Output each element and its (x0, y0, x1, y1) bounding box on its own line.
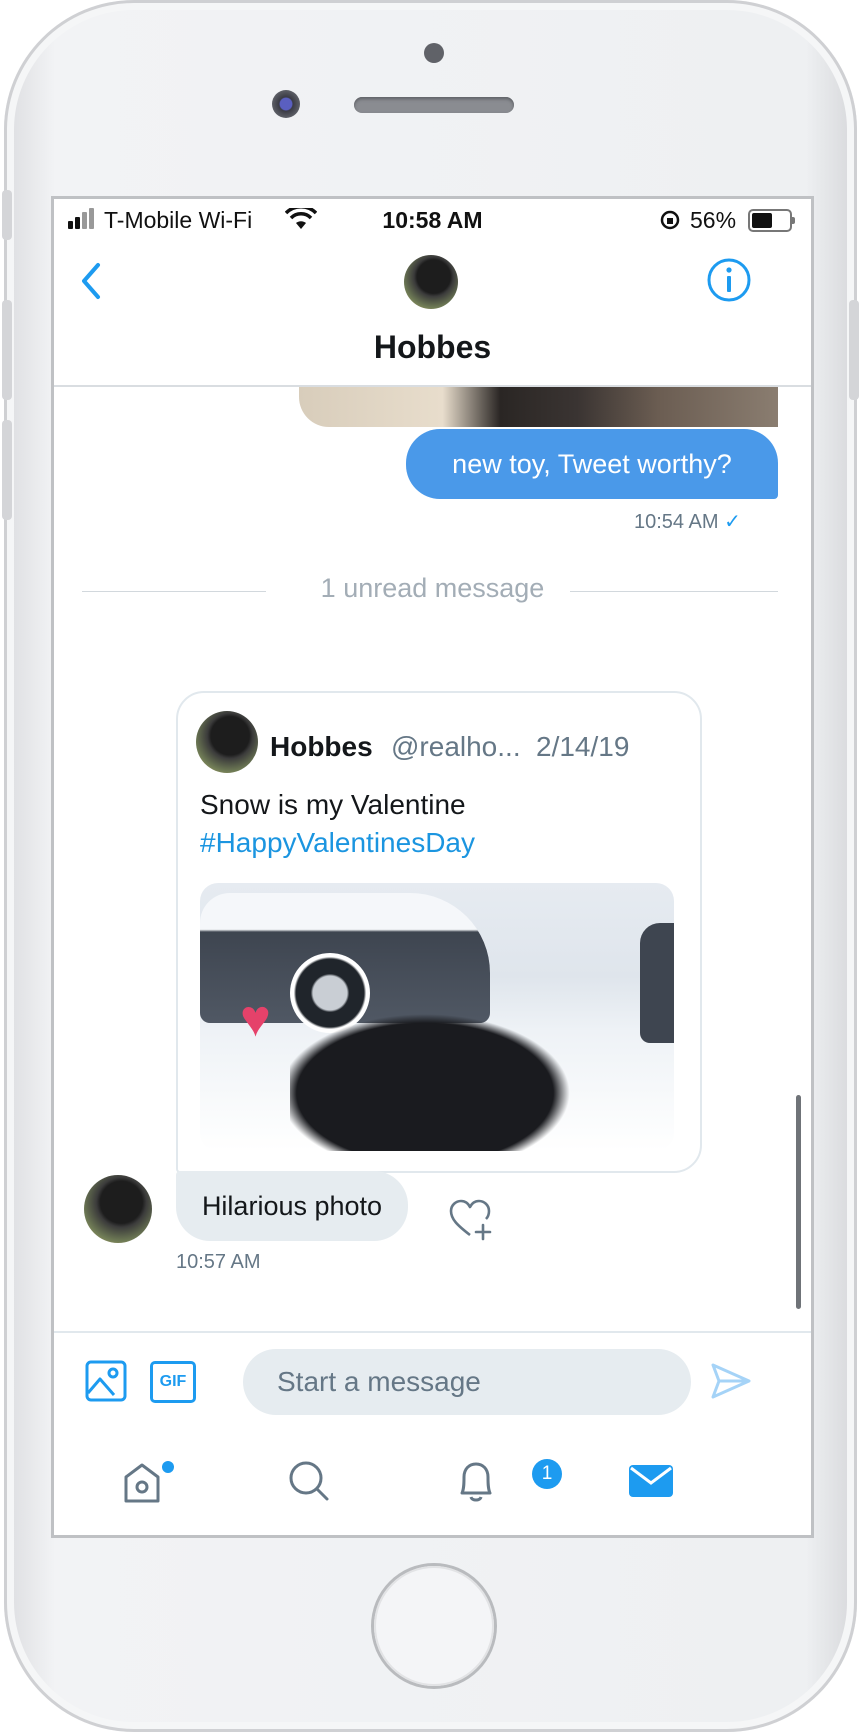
home-button[interactable] (374, 1566, 494, 1686)
unread-divider-label: 1 unread message (320, 573, 545, 603)
gif-label: GIF (159, 1373, 187, 1390)
sender-avatar[interactable] (84, 1175, 152, 1243)
status-bar: T-Mobile Wi-Fi 10:58 AM 56% (54, 199, 811, 239)
silent-switch (2, 190, 12, 240)
volume-down-button (2, 420, 12, 520)
messages-envelope-icon[interactable] (621, 1451, 681, 1511)
divider-line (570, 591, 778, 592)
read-check-icon: ✓ (724, 511, 741, 533)
outgoing-photo[interactable] (299, 387, 778, 427)
notifications-bell-icon[interactable] (446, 1451, 506, 1511)
incoming-message-bubble[interactable]: Hilarious photo (176, 1171, 408, 1241)
message-composer: GIF (54, 1331, 811, 1427)
heart-plus-icon[interactable] (447, 1197, 493, 1243)
message-timestamp: 10:57 AM (176, 1251, 261, 1273)
notifications-badge: 1 (532, 1459, 562, 1489)
outgoing-message-bubble[interactable]: new toy, Tweet worthy? (406, 429, 778, 499)
tweet-author-handle: @realho... (391, 731, 521, 762)
back-chevron-icon[interactable] (76, 261, 106, 301)
home-unread-dot (162, 1461, 174, 1473)
tweet-avatar (196, 711, 258, 773)
send-icon[interactable] (709, 1359, 753, 1403)
snowy-car (640, 923, 674, 1043)
tweet-photo[interactable]: ♥ (200, 883, 674, 1151)
battery-icon (748, 209, 795, 232)
conversation-header: Hobbes (54, 239, 811, 387)
orientation-lock-icon (660, 210, 680, 230)
page-title: Hobbes (373, 329, 492, 365)
scrollbar[interactable] (796, 1095, 801, 1309)
proximity-sensor (424, 43, 444, 63)
message-time: 10:54 AM (634, 511, 719, 533)
volume-up-button (2, 300, 12, 400)
battery-percent: 56% (690, 207, 737, 233)
front-camera (272, 90, 300, 118)
screen: T-Mobile Wi-Fi 10:58 AM 56% Hobbes new t… (51, 196, 814, 1538)
earpiece-speaker (354, 97, 514, 113)
home-icon[interactable] (112, 1451, 172, 1511)
heart-sticker-icon: ♥ (240, 990, 271, 1048)
message-input[interactable] (243, 1349, 691, 1415)
shared-tweet-card[interactable]: Hobbes @realho... 2/14/19 Snow is my Val… (176, 691, 702, 1173)
power-button (849, 300, 859, 400)
image-icon[interactable] (84, 1359, 128, 1403)
gif-button[interactable]: GIF (150, 1361, 196, 1403)
tweet-hashtag-link[interactable]: #HappyValentinesDay (200, 827, 475, 859)
tweet-author-name: Hobbes (270, 731, 373, 762)
tweet-date: 2/14/19 (536, 731, 630, 762)
info-icon[interactable] (706, 257, 752, 303)
tweet-text: Snow is my Valentine (200, 789, 466, 820)
search-icon[interactable] (279, 1451, 339, 1511)
message-timestamp: 10:54 AM ✓ (634, 509, 741, 534)
dog-figure (290, 1003, 590, 1151)
bottom-tab-bar: 1 (54, 1431, 811, 1535)
avatar[interactable] (404, 255, 458, 309)
